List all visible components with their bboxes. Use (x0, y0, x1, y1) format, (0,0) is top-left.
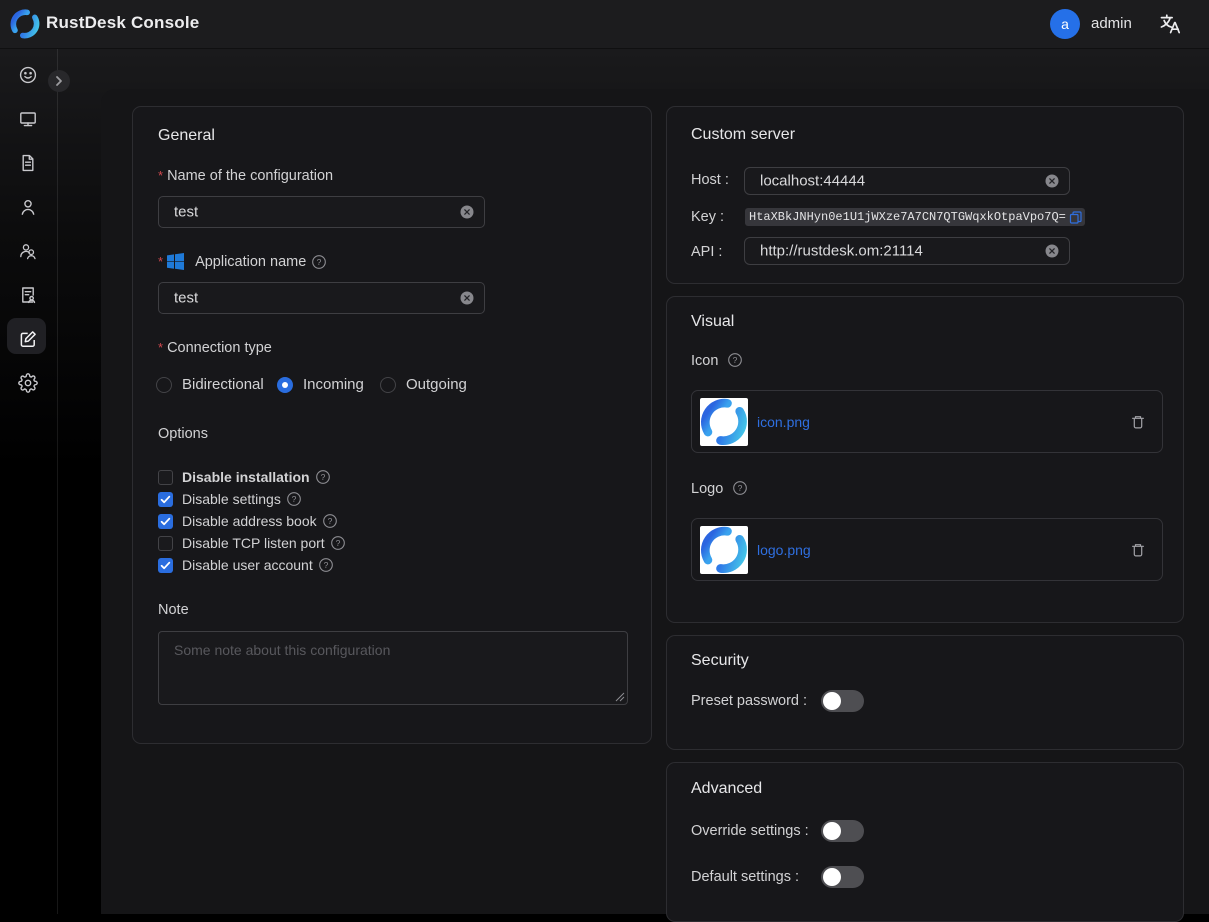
svg-text:?: ? (335, 538, 340, 548)
svg-text:?: ? (323, 560, 328, 570)
svg-text:?: ? (733, 355, 738, 365)
svg-text:?: ? (317, 257, 322, 267)
svg-text:?: ? (291, 494, 296, 504)
svg-text:?: ? (327, 516, 332, 526)
svg-text:?: ? (738, 483, 743, 493)
svg-text:?: ? (320, 472, 325, 482)
